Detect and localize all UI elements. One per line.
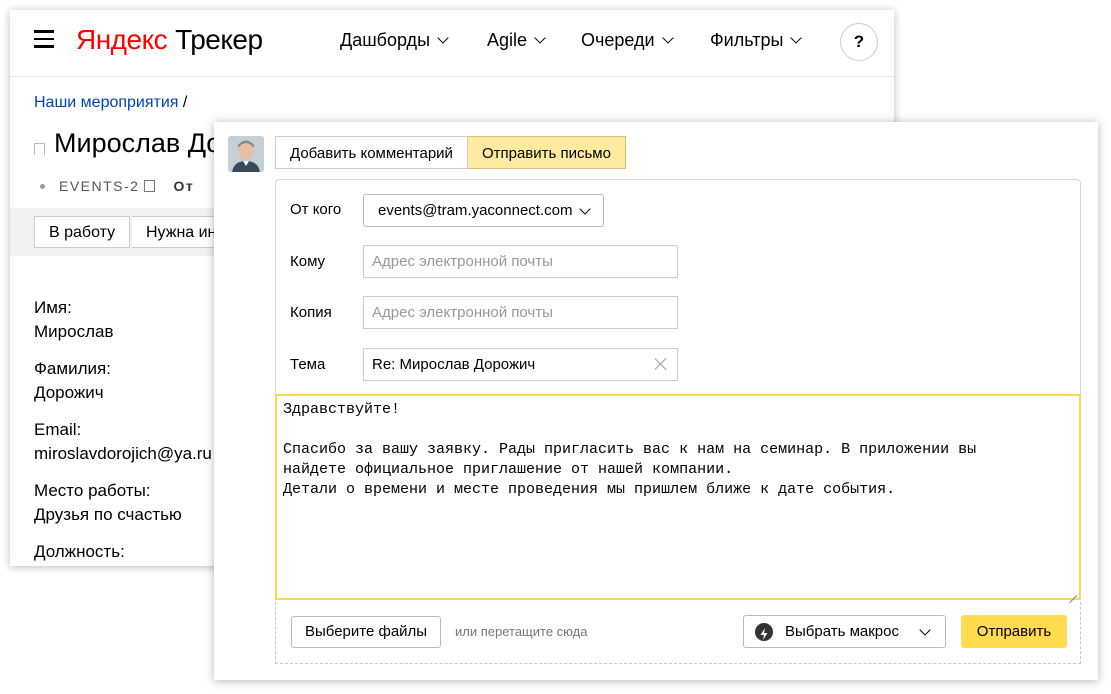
email-form: От кого events@tram.yaconnect.com Кому А… — [275, 179, 1081, 394]
field-label: Место работы: — [34, 481, 151, 500]
message-text: Здравствуйте! Спасибо за вашу заявку. Ра… — [283, 401, 977, 498]
tab-send-email[interactable]: Отправить письмо — [467, 136, 626, 169]
chevron-down-icon — [579, 203, 591, 215]
nav-label: Agile — [487, 30, 528, 50]
issue-key: EVENTS-2 — [59, 178, 140, 194]
resize-handle-icon[interactable] — [1069, 588, 1077, 596]
from-select[interactable]: events@tram.yaconnect.com — [363, 194, 604, 227]
chevron-down-icon — [919, 624, 931, 636]
cc-field[interactable]: Адрес электронной почты — [363, 296, 678, 329]
issue-fields: Имя: Мирослав Фамилия: Дорожич Email: mi… — [34, 296, 212, 564]
issue-title: Мирослав До — [54, 128, 222, 158]
chevron-down-icon — [790, 32, 803, 44]
field-value: Дорожич — [34, 383, 104, 402]
field-label: Имя: — [34, 298, 72, 317]
to-field[interactable]: Адрес электронной почты — [363, 245, 678, 278]
composer-tabs: Добавить комментарий Отправить письмо — [275, 136, 626, 169]
bookmark-icon[interactable] — [34, 143, 45, 155]
issue-meta: EVENTS-2 От — [40, 178, 194, 194]
cc-label: Копия — [290, 304, 332, 321]
copy-icon[interactable] — [144, 180, 156, 192]
field-label: Должность: — [34, 542, 125, 561]
message-body[interactable]: Здравствуйте! Спасибо за вашу заявку. Ра… — [275, 394, 1081, 600]
chevron-down-icon — [437, 32, 449, 44]
nav-filters[interactable]: Фильтры — [710, 30, 803, 51]
drop-hint: или перетащите сюда — [455, 624, 588, 639]
field-value: Мирослав — [34, 322, 114, 341]
subject-field[interactable]: Re: Мирослав Дорожич — [363, 348, 678, 381]
from-label: От кого — [290, 201, 342, 218]
logo[interactable]: Яндекс Трекер — [76, 24, 263, 56]
start-work-button[interactable]: В работу — [34, 216, 131, 248]
tab-add-comment[interactable]: Добавить комментарий — [275, 136, 468, 169]
nav-dashboards[interactable]: Дашборды — [340, 30, 449, 51]
field-value: miroslavdorojich@ya.ru — [34, 444, 212, 463]
logo-brand: Яндекс — [76, 24, 168, 55]
composer-footer: Выберите файлы или перетащите сюда Выбра… — [275, 602, 1081, 664]
help-button[interactable]: ? — [840, 23, 878, 61]
nav-label: Дашборды — [340, 30, 430, 50]
lightning-icon — [755, 623, 773, 641]
chevron-down-icon — [534, 32, 546, 44]
field-value: Друзья по счастью — [34, 505, 182, 524]
avatar — [228, 136, 264, 172]
top-bar: Яндекс Трекер Дашборды Agile Очереди Филь… — [10, 10, 894, 77]
subject-value: Re: Мирослав Дорожич — [372, 356, 536, 373]
email-composer: Добавить комментарий Отправить письмо От… — [214, 122, 1098, 680]
chevron-down-icon — [661, 32, 674, 44]
send-button[interactable]: Отправить — [961, 615, 1067, 648]
field-label: Фамилия: — [34, 359, 111, 378]
user-avatar-icon — [228, 136, 264, 172]
from-value: events@tram.yaconnect.com — [378, 202, 573, 219]
priority-dot-icon — [40, 184, 45, 189]
breadcrumb-separator: / — [182, 94, 188, 111]
breadcrumb-link[interactable]: Наши мероприятия — [34, 94, 178, 111]
field-label: Email: — [34, 420, 82, 439]
nav-agile[interactable]: Agile — [487, 30, 546, 51]
logo-product: Трекер — [175, 24, 263, 55]
choose-files-button[interactable]: Выберите файлы — [291, 616, 442, 648]
nav-label: Очереди — [581, 30, 655, 50]
breadcrumb: Наши мероприятия / — [34, 94, 187, 112]
menu-icon[interactable] — [34, 30, 54, 48]
nav-queues[interactable]: Очереди — [581, 30, 674, 51]
subject-label: Тема — [290, 356, 326, 373]
macro-label: Выбрать макрос — [785, 623, 899, 640]
clear-icon[interactable] — [653, 356, 669, 372]
to-label: Кому — [290, 253, 326, 270]
macro-select[interactable]: Выбрать макрос — [743, 615, 946, 648]
issue-status: От — [173, 178, 195, 194]
nav-label: Фильтры — [710, 30, 784, 50]
